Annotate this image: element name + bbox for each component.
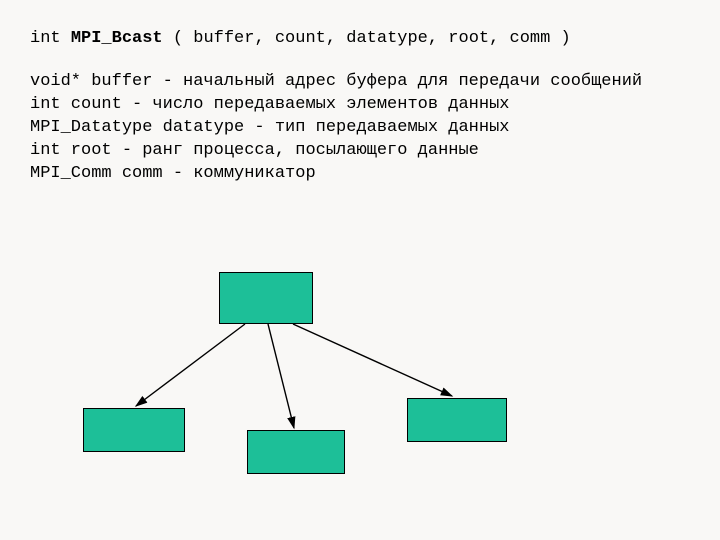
sig-funcname: MPI_Bcast: [71, 29, 163, 48]
function-signature: int MPI_Bcast ( buffer, count, datatype,…: [30, 28, 690, 51]
sig-prefix: int: [30, 29, 71, 48]
broadcast-diagram: [0, 272, 720, 512]
param-comm: MPI_Comm comm - коммуникатор: [30, 163, 690, 186]
diagram-box-child1: [83, 408, 185, 452]
param-count: int count - число передаваемых элементов…: [30, 94, 690, 117]
sig-suffix: ( buffer, count, datatype, root, comm ): [163, 29, 571, 48]
diagram-box-child2: [247, 430, 345, 474]
diagram-box-child3: [407, 398, 507, 442]
param-buffer: void* buffer - начальный адрес буфера дл…: [30, 71, 690, 94]
diagram-arrows: [0, 272, 720, 512]
param-datatype: MPI_Datatype datatype - тип передаваемых…: [30, 117, 690, 140]
param-root: int root - ранг процесса, посылающего да…: [30, 140, 690, 163]
diagram-box-root: [219, 272, 313, 324]
